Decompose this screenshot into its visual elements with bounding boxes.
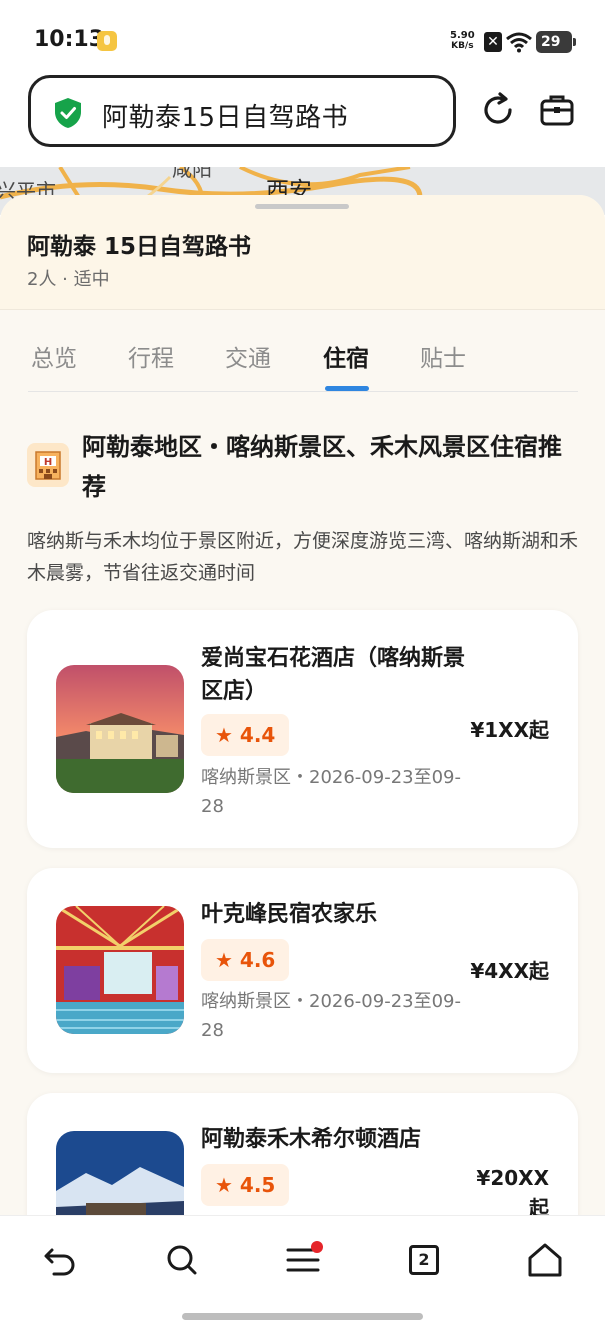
wifi-icon: [506, 32, 532, 53]
rating-badge: ★ 4.5: [201, 1164, 290, 1206]
hotel-price: ¥20XX起: [476, 1166, 549, 1215]
tab-tips[interactable]: 贴士: [420, 339, 466, 373]
itinerary-sheet: 阿勒泰 15日自驾路书 2人 · 适中 总览 行程 交通 住宿 贴士 H 阿勒泰…: [0, 195, 605, 1215]
network-speed-unit: KB/s: [451, 41, 474, 51]
hotel-name: 叶克峰民宿农家乐: [201, 902, 378, 927]
plan-title: 阿勒泰 15日自驾路书: [27, 234, 252, 260]
rating-badge: ★ 4.4: [201, 714, 290, 756]
map-label-xianyang: 咸阳: [172, 167, 212, 181]
star-icon: ★: [215, 723, 240, 747]
section-title: 阿勒泰地区・喀纳斯景区、禾木风景区住宿推荐: [82, 433, 562, 501]
tab-transport[interactable]: 交通: [225, 339, 271, 373]
home-icon[interactable]: [523, 1238, 567, 1282]
tab-overview[interactable]: 总览: [31, 339, 77, 373]
hotel-card[interactable]: 阿勒泰禾木希尔顿酒店 ★ 4.5 ¥20XX起: [27, 1093, 578, 1215]
network-speed-value: 5.90: [450, 30, 475, 41]
rating-value: 4.6: [239, 948, 276, 972]
tab-active-indicator: [325, 386, 369, 391]
status-time: 10:13: [34, 27, 105, 52]
hotel-photo: [56, 906, 184, 1034]
tab-bar: 总览 行程 交通 住宿 贴士: [28, 335, 578, 392]
sheet-header: 阿勒泰 15日自驾路书 2人 · 适中: [0, 195, 605, 310]
tabs-count: 2: [409, 1245, 439, 1275]
rating-value: 4.5: [239, 1173, 276, 1197]
hotel-name: 爱尚宝石花酒店（喀纳斯景区店）: [201, 646, 466, 704]
hotel-icon: H: [27, 443, 69, 487]
plan-title-text: 阿勒泰15日自驾路书: [102, 103, 349, 133]
hotel-location-dates: 喀纳斯景区・2026-09-23至09-28: [201, 991, 462, 1041]
hotel-price: ¥1XX起: [470, 718, 549, 742]
refresh-icon[interactable]: [480, 92, 516, 128]
rating-badge: ★ 4.6: [201, 939, 290, 981]
hotel-location-dates: 喀纳斯景区・2026-09-23至09-28: [201, 767, 462, 817]
hotel-photo: [56, 665, 184, 793]
bottom-navigation: 2: [0, 1215, 605, 1331]
section-description: 喀纳斯与禾木均位于景区附近，方便深度游览三湾、喀纳斯湖和禾木晨雾，节省往返交通时…: [27, 530, 579, 584]
tabs-count-button[interactable]: 2: [402, 1238, 446, 1282]
hotel-card[interactable]: 叶克峰民宿农家乐 ★ 4.6 喀纳斯景区・2026-09-23至09-28 ¥4…: [27, 868, 578, 1073]
tab-itinerary[interactable]: 行程: [128, 339, 174, 373]
shield-check-icon: [55, 98, 81, 128]
search-icon[interactable]: [160, 1238, 204, 1282]
drag-handle[interactable]: [255, 204, 349, 209]
plan-title-pill[interactable]: 阿勒泰15日自驾路书: [28, 75, 456, 147]
hotel-price: ¥4XX起: [470, 959, 549, 983]
menu-icon[interactable]: [281, 1238, 325, 1282]
hotel-card[interactable]: 爱尚宝石花酒店（喀纳斯景区店） ★ 4.4 喀纳斯景区・2026-09-23至0…: [27, 610, 578, 848]
hotel-name: 阿勒泰禾木希尔顿酒店: [201, 1127, 422, 1152]
svg-text:H: H: [44, 457, 52, 468]
tab-lodging[interactable]: 住宿: [323, 339, 369, 373]
battery-indicator: 29: [536, 31, 576, 53]
network-speed: 5.90 KB/s: [450, 30, 475, 52]
notification-icon: [97, 31, 117, 51]
plan-meta: 2人 · 适中: [27, 269, 110, 290]
star-icon: ★: [215, 948, 240, 972]
status-bar: 10:13 5.90 KB/s ✕ 29: [0, 0, 605, 70]
hotel-photo: [56, 1131, 184, 1215]
rating-value: 4.4: [239, 723, 276, 747]
star-icon: ★: [215, 1173, 240, 1197]
briefcase-icon[interactable]: [539, 92, 575, 128]
back-icon[interactable]: [38, 1238, 82, 1282]
home-indicator[interactable]: [182, 1313, 423, 1320]
no-sim-icon: ✕: [484, 32, 502, 52]
